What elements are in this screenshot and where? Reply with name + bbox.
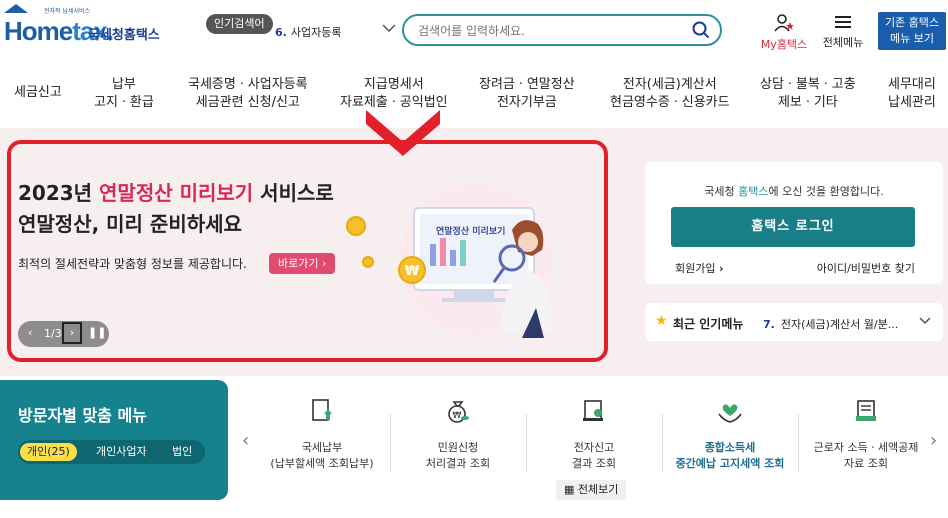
quick-label: 민원신청 [437,441,479,454]
nav-label: 세금관련 신청/신고 [195,95,300,110]
roof-icon [4,4,28,13]
divider [390,414,391,472]
search-box [402,14,722,46]
nav-label: 고지ㆍ환급 [94,95,154,110]
popular-search-badge: 인기검색어 [206,14,273,34]
nav-label: 세금신고 [14,85,62,100]
tab-individual[interactable]: 개인(25) [20,443,77,461]
document-upload-icon [312,399,332,421]
tab-corporation[interactable]: 법인 [172,443,192,461]
divider [526,414,527,472]
logo-name: 국세청홈택스 [88,28,160,43]
nav-label: 납세관리 [888,95,936,110]
search-icon[interactable] [692,21,710,39]
see-all-button[interactable]: ▦ 전체보기 [556,480,627,500]
arrow-down-icon [366,110,440,156]
tab-individual-business[interactable]: 개인사업자 [96,443,147,461]
nav-label: 전자(세금)계산서 [622,77,717,92]
logo-tagline: 전자적 납세서비스 [44,8,91,15]
quick-item-income-tax-interim[interactable]: 종합소득세중간예납 고지세액 조회 [664,398,796,480]
quick-label: (납부할세액 조회납부) [270,457,374,470]
nav-item-year-end[interactable]: 장려금ㆍ연말정산전자기부금 [479,76,575,112]
quick-item-worker-deduction[interactable]: 근로자 소득ㆍ세액공제자료 조회 [800,398,932,480]
quick-label: 결과 조회 [572,457,616,470]
popular-term-text: 사업자등록 [290,26,342,39]
join-label: 회원가입 [675,262,716,275]
all-menu-button[interactable]: 전체메뉴 [818,14,868,50]
find-id-password-link[interactable]: 아이디/비밀번호 찾기 [817,260,915,276]
recent-item: 7. 전자(세금)계산서 월/분... [763,316,898,332]
nav-label: 전자기부금 [496,95,557,110]
login-button[interactable]: 홈택스 로그인 [671,207,915,247]
recent-rank: 7. [763,318,775,331]
main-nav: 세금신고 납부 고지ㆍ환급 국세증명ㆍ사업자등록 세금관련 신청/신고 지급명세서 자… [0,70,948,120]
nav-label: 상담ㆍ불복ㆍ고충 [760,77,856,92]
quick-label: 자료 조회 [844,457,888,470]
quick-label: 종합소득세 [704,441,756,454]
nav-item-consult[interactable]: 상담ㆍ불복ㆍ고충제보ㆍ기타 [760,76,856,112]
highlight-frame [7,140,608,362]
my-hometax-label: My홈택스 [760,38,808,51]
nav-label: 납부 [111,77,136,92]
quick-item-tax-payment[interactable]: 국세납부 (납부할세액 조회납부) [256,398,388,480]
quick-label: 전자신고 [573,441,615,454]
recent-label: 최근 인기메뉴 [673,317,744,331]
my-hometax-button[interactable]: My홈택스 [756,14,812,52]
quick-label: 처리결과 조회 [425,457,491,470]
nav-label: 제보ㆍ기타 [777,95,838,110]
welcome-text: 국세청 홈택스에 오신 것을 환영합니다. [645,183,943,199]
chevron-left-icon[interactable]: ‹ [242,430,249,451]
hand-heart-icon [718,404,742,423]
welcome-pre: 국세청 [704,185,739,198]
nav-item-tax-agent[interactable]: 세무대리납세관리 [888,76,936,112]
nav-item-tax-report[interactable]: 세금신고 [14,84,62,102]
chevron-down-icon[interactable] [382,22,396,36]
nav-label: 국세증명ㆍ사업자등록 [188,77,308,92]
all-menu-label: 전체메뉴 [822,36,864,49]
see-all-label: 전체보기 [577,483,619,496]
star-icon: ★ [655,313,668,329]
quick-label: 국세납부 [301,441,343,454]
search-input[interactable] [418,21,678,41]
quick-item-e-filing[interactable]: 전자신고결과 조회 [528,398,660,480]
hometax-logo[interactable]: 전자적 납세서비스 Hometax. 국세청홈택스 [4,4,164,52]
old-menu-button[interactable]: 기존 홈택스 메뉴 보기 [878,12,946,50]
nav-item-certificate[interactable]: 국세증명ㆍ사업자등록세금관련 신청/신고 [188,76,308,112]
popular-search-term[interactable]: 6. 사업자등록 [275,24,341,40]
visitor-menu-title: 방문자별 맞춤 메뉴 [18,406,147,425]
nav-label: 장려금ㆍ연말정산 [479,77,575,92]
nav-label: 세무대리 [888,77,936,92]
recent-item-text: 전자(세금)계산서 월/분... [780,318,899,331]
popular-rank: 6. [275,26,287,39]
money-bag-icon: ₩ [448,401,469,423]
chevron-down-icon[interactable] [919,314,931,328]
nav-label: 현금영수증ㆍ신용카드 [610,95,730,110]
chevron-right-icon: › [718,262,724,275]
nav-item-payment[interactable]: 납부고지ㆍ환급 [94,76,154,112]
recent-popular-menu[interactable]: ★ 최근 인기메뉴 7. 전자(세금)계산서 월/분... [645,303,943,341]
old-menu-line2: 메뉴 보기 [890,32,934,45]
certificate-icon [583,400,603,421]
user-star-icon [774,14,794,32]
join-link[interactable]: 회원가입 › [675,260,724,276]
svg-text:₩: ₩ [453,411,462,421]
divider [662,414,663,472]
grid-icon: ▦ [564,483,575,496]
login-panel: 국세청 홈택스에 오신 것을 환영합니다. 홈택스 로그인 회원가입 › 아이디… [645,162,943,284]
hamburger-icon [835,16,851,28]
divider [798,414,799,472]
visitor-menu-panel: 방문자별 맞춤 메뉴 개인(25) 개인사업자 법인 [0,380,228,500]
income-document-icon [856,400,876,421]
welcome-post: 에 오신 것을 환영합니다. [768,185,884,198]
quick-label: 중간예납 고지세액 조회 [675,457,785,470]
nav-item-e-invoice[interactable]: 전자(세금)계산서현금영수증ㆍ신용카드 [610,76,730,112]
visitor-tabs: 개인(25) 개인사업자 법인 [18,440,205,464]
quick-item-civil-request[interactable]: ₩ 민원신청처리결과 조회 [392,398,524,480]
quick-label: 근로자 소득ㆍ세액공제 [813,441,919,454]
welcome-highlight: 홈택스 [738,185,769,198]
chevron-right-icon[interactable]: › [930,430,937,451]
nav-label: 지급명세서 [363,77,424,92]
old-menu-line1: 기존 홈택스 [884,16,940,29]
